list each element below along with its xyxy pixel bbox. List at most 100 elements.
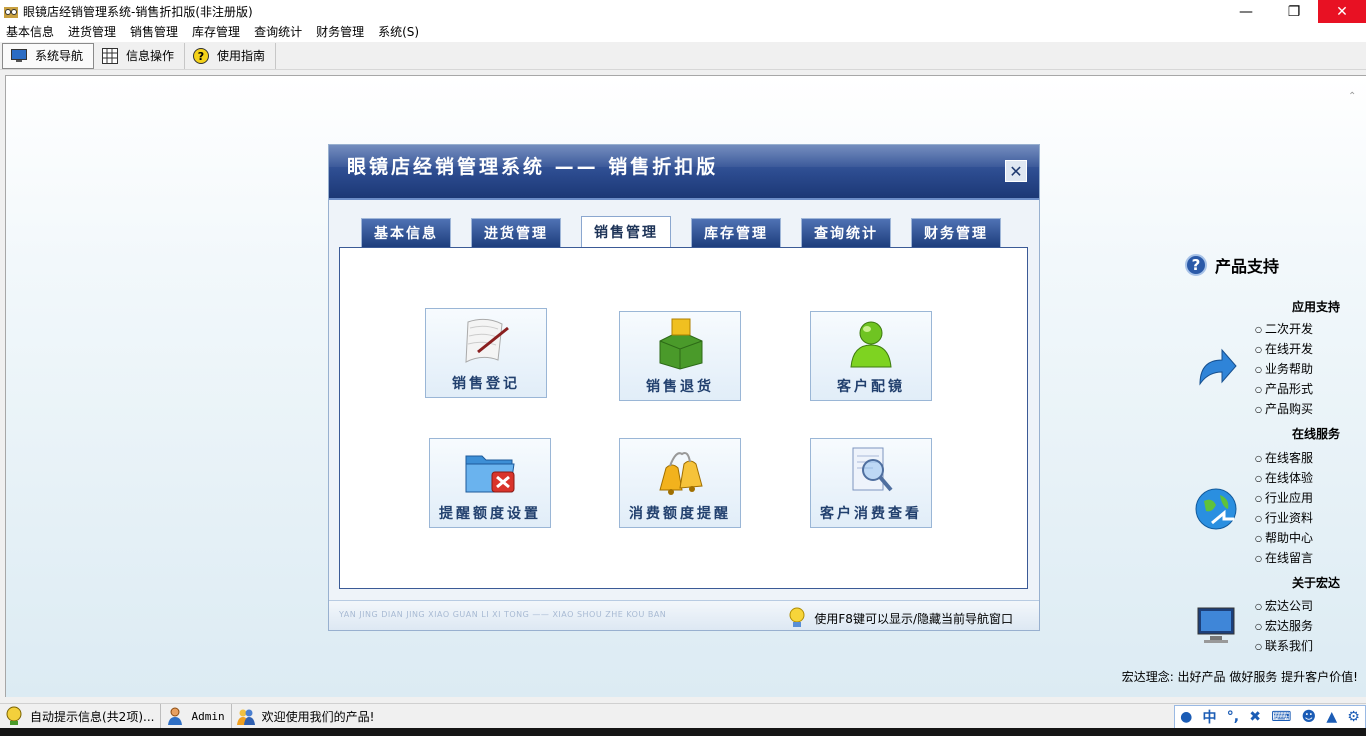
navigation-dialog: 眼镜店经销管理系统 —— 销售折扣版 ✕ 基本信息 进货管理 销售管理 库存管理… xyxy=(328,144,1040,631)
about-list: 宏达公司 宏达服务 联系我们 xyxy=(1255,597,1313,657)
module-tabs: 基本信息 进货管理 销售管理 库存管理 查询统计 财务管理 xyxy=(361,216,1021,248)
magnifier-doc-icon xyxy=(841,443,901,499)
ime-punct-icon[interactable]: °, xyxy=(1227,709,1239,725)
reminder-limit-settings-button[interactable]: 提醒额度设置 xyxy=(429,438,551,528)
ime-mode[interactable]: 中 xyxy=(1203,707,1217,727)
ime-keyboard-icon[interactable]: ⌨ xyxy=(1271,709,1291,725)
system-nav-button[interactable]: 系统导航 xyxy=(2,42,95,69)
arrow-icon xyxy=(1193,345,1239,391)
dialog-footer: YAN JING DIAN JING XIAO GUAN LI XI TONG … xyxy=(329,600,1039,630)
online-service-list: 在线客服 在线体验 行业应用 行业资料 帮助中心 在线留言 xyxy=(1255,449,1313,569)
menu-system[interactable]: 系统(S) xyxy=(372,23,427,42)
tips-icon xyxy=(4,706,24,726)
menu-finance[interactable]: 财务管理 xyxy=(310,23,372,42)
status-user-name: Admin xyxy=(191,709,225,723)
customer-glasses-button[interactable]: 客户配镜 xyxy=(810,311,932,401)
tab-finance[interactable]: 财务管理 xyxy=(911,218,1001,247)
computer-icon xyxy=(1193,603,1239,649)
user-avatar-icon xyxy=(165,706,185,726)
lightbulb-icon xyxy=(786,607,808,629)
box-return-icon xyxy=(650,316,710,372)
link-industry-app[interactable]: 行业应用 xyxy=(1255,489,1313,509)
dialog-title: 眼镜店经销管理系统 —— 销售折扣版 xyxy=(347,156,719,178)
main-workspace: ⌃ 眼镜店经销管理系统 —— 销售折扣版 ✕ 基本信息 进货管理 销售管理 库存… xyxy=(5,75,1366,697)
user-guide-button[interactable]: ? 使用指南 xyxy=(185,42,277,69)
menu-basic-info[interactable]: 基本信息 xyxy=(0,23,62,42)
dialog-close-button[interactable]: ✕ xyxy=(1005,160,1027,182)
company-motto: 宏达理念: 出好产品 做好服务 提升客户价值! xyxy=(1121,670,1358,684)
menu-purchase[interactable]: 进货管理 xyxy=(62,23,124,42)
sales-return-button[interactable]: 销售退货 xyxy=(619,311,741,401)
ime-tools-icon[interactable]: ✖ xyxy=(1249,709,1261,725)
status-welcome: 欢迎使用我们的产品! xyxy=(232,704,381,729)
tab-sales[interactable]: 销售管理 xyxy=(581,216,671,247)
tab-purchase[interactable]: 进货管理 xyxy=(471,218,561,247)
support-title-text: 产品支持 xyxy=(1215,257,1280,276)
dialog-header: 眼镜店经销管理系统 —— 销售折扣版 ✕ xyxy=(329,145,1039,198)
link-online-cs[interactable]: 在线客服 xyxy=(1255,449,1313,469)
menu-sales[interactable]: 销售管理 xyxy=(124,23,186,42)
ime-settings-icon[interactable]: ⚙ xyxy=(1347,709,1360,725)
system-nav-label: 系统导航 xyxy=(35,49,84,63)
info-ops-button[interactable]: 信息操作 xyxy=(94,42,186,69)
reminder-limit-settings-label: 提醒额度设置 xyxy=(439,506,541,522)
consumption-reminder-label: 消费额度提醒 xyxy=(629,506,731,522)
svg-text:?: ? xyxy=(198,50,204,63)
taskbar-edge xyxy=(0,728,1366,736)
close-window-button[interactable]: ✕ xyxy=(1318,0,1366,23)
link-contact[interactable]: 联系我们 xyxy=(1255,637,1313,657)
link-industry-info[interactable]: 行业资料 xyxy=(1255,509,1313,529)
minimize-button[interactable]: — xyxy=(1222,0,1270,23)
monitor-icon xyxy=(11,48,27,64)
users-icon xyxy=(236,706,256,726)
bells-icon xyxy=(650,443,710,499)
app-support-list: 二次开发 在线开发 业务帮助 产品形式 产品购买 xyxy=(1255,320,1313,420)
link-secondary-dev[interactable]: 二次开发 xyxy=(1255,320,1313,340)
tab-basic-info[interactable]: 基本信息 xyxy=(361,218,451,247)
menu-inventory[interactable]: 库存管理 xyxy=(186,23,248,42)
tab-inventory[interactable]: 库存管理 xyxy=(691,218,781,247)
tab-panel: 销售登记 销售退货 客户配镜 提醒额度设置 消费额度提醒 客户消费查看 xyxy=(339,247,1028,589)
status-bar: 自动提示信息(共2项)... Admin 欢迎使用我们的产品! ● 中 °, ✖… xyxy=(0,703,1366,729)
status-tips-text: 自动提示信息(共2项)... xyxy=(30,709,155,724)
user-icon xyxy=(841,316,901,372)
link-online-message[interactable]: 在线留言 xyxy=(1255,549,1313,569)
status-tips[interactable]: 自动提示信息(共2项)... xyxy=(0,703,162,729)
link-help-center[interactable]: 帮助中心 xyxy=(1255,529,1313,549)
maximize-button[interactable]: ❐ xyxy=(1270,0,1318,23)
link-company[interactable]: 宏达公司 xyxy=(1255,597,1313,617)
link-online-trial[interactable]: 在线体验 xyxy=(1255,469,1313,489)
support-title: ? 产品支持 xyxy=(1185,253,1355,277)
sales-return-label: 销售退货 xyxy=(646,379,714,395)
menu-query[interactable]: 查询统计 xyxy=(248,23,310,42)
link-product-purchase[interactable]: 产品购买 xyxy=(1255,400,1313,420)
user-guide-label: 使用指南 xyxy=(217,49,266,63)
customer-glasses-label: 客户配镜 xyxy=(837,379,905,395)
ime-skin-icon[interactable]: ▲ xyxy=(1326,709,1337,725)
link-service[interactable]: 宏达服务 xyxy=(1255,617,1313,637)
ime-toolbar[interactable]: ● 中 °, ✖ ⌨ ☻ ▲ ⚙ xyxy=(1174,705,1366,729)
section-about: 关于宏达 xyxy=(1291,576,1340,590)
tab-query[interactable]: 查询统计 xyxy=(801,218,891,247)
link-product-form[interactable]: 产品形式 xyxy=(1255,380,1313,400)
folder-tools-icon xyxy=(460,443,520,499)
footer-hint: 使用F8键可以显示/隐藏当前导航窗口 xyxy=(786,607,1013,629)
window-title: 眼镜店经销管理系统-销售折扣版(非注册版) xyxy=(23,5,253,19)
product-support-panel: ? 产品支持 应用支持 二次开发 在线开发 业务帮助 产品形式 产品购买 在线服… xyxy=(1185,253,1355,653)
ime-user-icon[interactable]: ☻ xyxy=(1302,709,1317,725)
consumption-reminder-button[interactable]: 消费额度提醒 xyxy=(619,438,741,528)
customer-consumption-view-button[interactable]: 客户消费查看 xyxy=(810,438,932,528)
status-user: Admin xyxy=(161,703,232,729)
menu-bar: 基本信息 进货管理 销售管理 库存管理 查询统计 财务管理 系统(S) xyxy=(0,23,1366,42)
sales-register-button[interactable]: 销售登记 xyxy=(425,308,547,398)
footer-hint-text: 使用F8键可以显示/隐藏当前导航窗口 xyxy=(814,611,1013,626)
app-icon xyxy=(3,4,19,20)
customer-consumption-view-label: 客户消费查看 xyxy=(820,506,922,522)
scroll-icon xyxy=(456,313,516,369)
ime-logo-icon[interactable]: ● xyxy=(1180,709,1192,725)
link-online-dev[interactable]: 在线开发 xyxy=(1255,340,1313,360)
scroll-up-icon[interactable]: ⌃ xyxy=(1348,91,1360,103)
link-business-help[interactable]: 业务帮助 xyxy=(1255,360,1313,380)
status-welcome-text: 欢迎使用我们的产品! xyxy=(261,709,375,724)
sales-register-label: 销售登记 xyxy=(452,376,520,392)
